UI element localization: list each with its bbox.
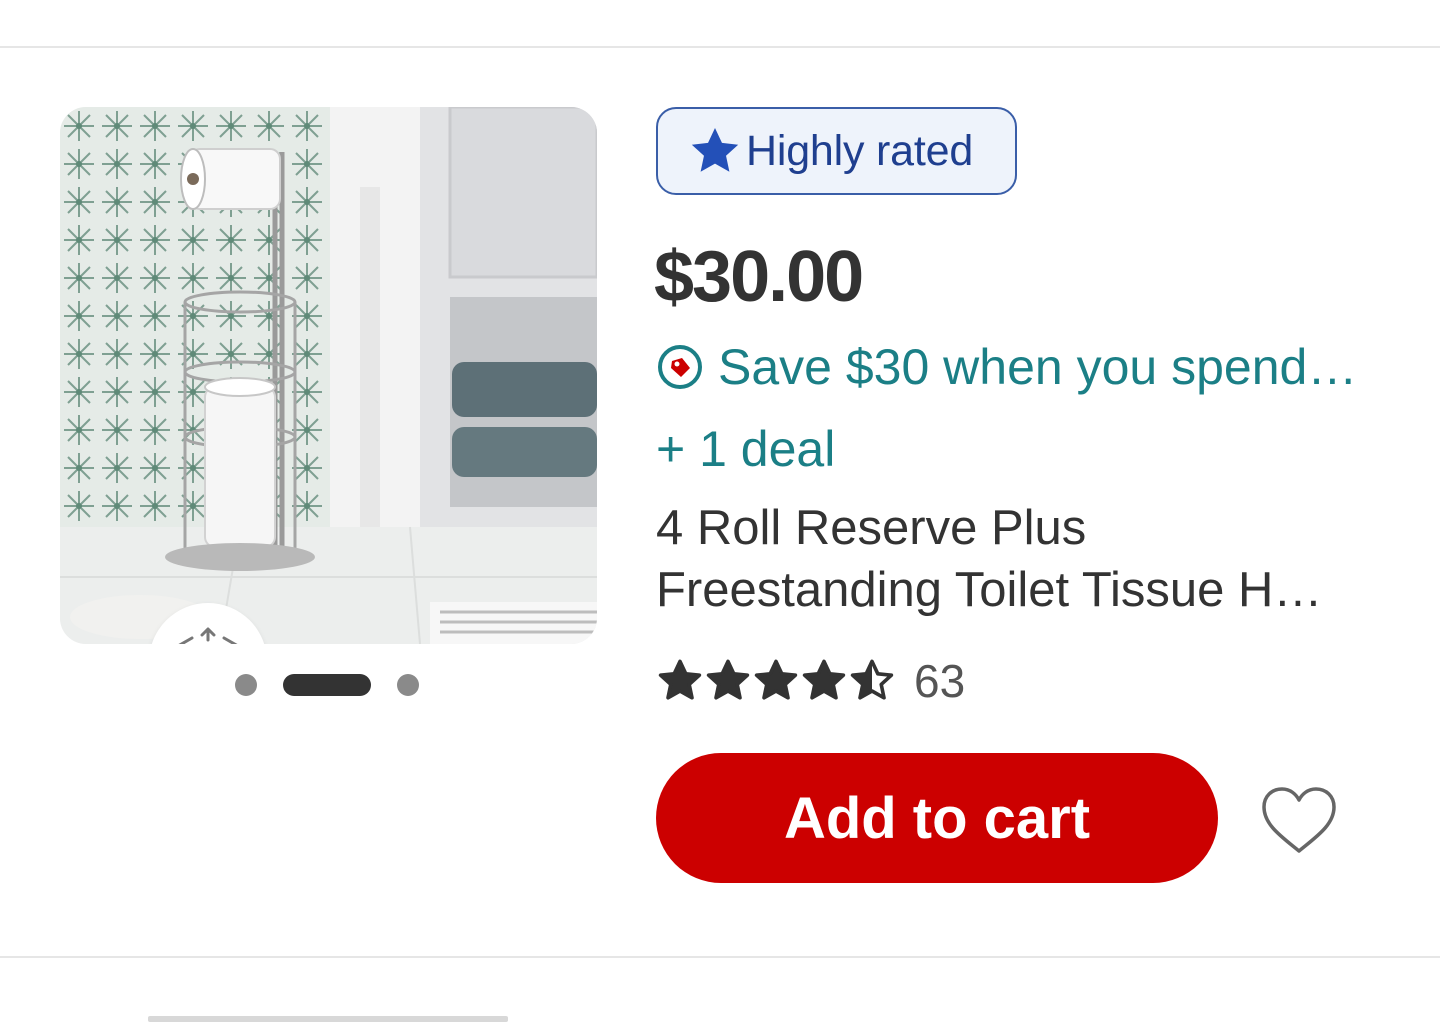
product-title[interactable]: 4 Roll Reserve Plus Freestanding Toilet … <box>656 497 1376 621</box>
star-full-icon <box>706 659 750 700</box>
carousel-dot-2-active[interactable] <box>283 674 371 696</box>
highly-rated-badge: Highly rated <box>656 107 1017 195</box>
badge-label: Highly rated <box>746 126 974 175</box>
carousel-dot-1[interactable] <box>235 674 257 696</box>
top-divider <box>0 46 1440 48</box>
add-to-cart-button[interactable]: Add to cart <box>656 753 1218 883</box>
rating-count: 63 <box>914 655 966 707</box>
rating-stars <box>656 657 896 705</box>
product-card-page: Highly rated $30.00 Save $30 when you sp… <box>0 0 1440 1022</box>
more-deals-link[interactable]: + 1 deal <box>656 420 835 478</box>
bottom-divider <box>0 956 1440 958</box>
3d-cube-icon <box>178 627 238 644</box>
price: $30.00 <box>654 237 864 317</box>
product-rating[interactable]: 63 <box>656 654 965 708</box>
image-carousel-dots <box>235 674 419 696</box>
star-half-icon <box>850 659 894 700</box>
heart-outline-icon <box>1262 787 1336 853</box>
product-image[interactable] <box>60 107 597 644</box>
deal-tag-icon <box>658 345 702 389</box>
product-title-line-1: 4 Roll Reserve Plus <box>656 501 1087 555</box>
product-title-line-2: Freestanding Toilet Tissue H… <box>656 563 1323 617</box>
promo-text: Save $30 when you spend… <box>718 339 1358 395</box>
carousel-dot-3[interactable] <box>397 674 419 696</box>
star-full-icon <box>802 659 846 700</box>
favorite-button[interactable] <box>1258 782 1340 858</box>
star-icon <box>691 128 739 172</box>
product-photo-illustration <box>60 107 597 644</box>
star-full-icon <box>754 659 798 700</box>
next-product-image-peek <box>148 1016 508 1022</box>
star-full-icon <box>658 659 702 700</box>
promo-offer[interactable]: Save $30 when you spend… <box>656 338 1357 396</box>
